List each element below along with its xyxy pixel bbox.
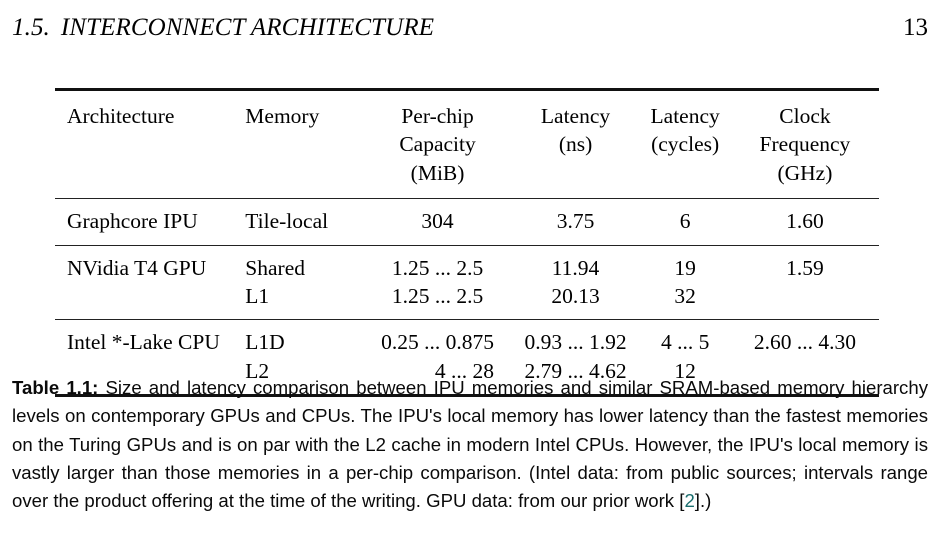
table-body: Graphcore IPU Tile-local 304 3.75 6 1.60 [55,198,879,396]
table-header-row: Architecture Memory Per-chip Capacity (M… [55,89,879,199]
cell-latency-cycles-line1: 19 [674,255,696,280]
caption-text-after-citation: ].) [694,490,712,512]
table-row: NVidia T4 GPU Shared L1 1.25 ... 2.5 1.2… [55,245,879,320]
cell-latency-ns-line1: 0.93 ... 1.92 [524,330,627,355]
header-clock-line3: (GHz) [777,160,833,185]
table-caption: Table 1.1: Size and latency comparison b… [12,374,928,516]
cell-clock-line1: 1.60 [786,209,824,234]
header-cell-latency-ns: Latency (ns) [512,90,640,199]
cell-latency-cycles: 19 32 [639,245,730,320]
header-cell-clock: Clock Frequency (GHz) [731,90,879,199]
header-latency-ns-line2: (ns) [558,132,593,157]
header-cell-memory: Memory [245,90,363,199]
cell-latency-ns-line2: 20.13 [551,283,600,308]
header-cell-latency-cycles: Latency (cycles) [639,90,730,199]
header-clock-line1: Clock [779,104,831,128]
header-capacity-line1: Per-chip [401,104,474,128]
cell-capacity-line2: 1.25 ... 2.5 [391,283,484,308]
cell-latency-cycles-line1: 6 [679,209,691,234]
cell-latency-cycles-line1: 4 ... 5 [660,330,710,355]
cell-memory-line1: Shared [245,255,305,280]
caption-label: Table 1.1: [12,377,99,398]
cell-capacity-line1: 304 [421,209,454,234]
cell-memory-line2: L1 [245,283,270,308]
table-header: Architecture Memory Per-chip Capacity (M… [55,89,879,199]
header-latency-ns-line1: Latency [540,104,611,128]
header-architecture-line1: Architecture [67,104,175,128]
cell-capacity-stack: 1.25 ... 2.5 1.25 ... 2.5 [392,254,483,311]
cell-memory: Shared L1 [245,245,363,320]
cell-memory-line1: Tile-local [245,209,329,234]
cell-capacity-line1: 1.25 ... 2.5 [391,255,484,280]
cell-memory-line1: L1D [245,330,285,355]
caption-text-before-citation: Size and latency comparison between IPU … [12,377,928,512]
citation-link[interactable]: 2 [684,490,694,511]
cell-latency-ns: 11.94 20.13 [512,245,640,320]
section-number: 1.5. [12,14,50,41]
header-capacity-line3: (MiB) [410,160,465,185]
cell-architecture: NVidia T4 GPU [67,255,207,280]
running-header: 1.5. INTERCONNECT ARCHITECTURE 13 [12,14,928,42]
header-latency-cycles-line2: (cycles) [651,132,720,157]
cell-clock-line1: 1.59 [786,255,824,280]
header-cell-capacity: Per-chip Capacity (MiB) [363,90,511,199]
cell-clock-line1: 2.60 ... 4.30 [753,330,856,355]
table-1-1: Architecture Memory Per-chip Capacity (M… [55,88,879,397]
header-capacity-line2: Capacity [399,132,476,157]
cell-capacity-line1: 0.25 ... 0.875 [381,330,494,355]
cell-latency-cycles-line2: 32 [674,283,696,308]
cell-clock: 1.60 [731,199,879,245]
cell-memory: Tile-local [245,199,363,245]
cell-latency-cycles: 6 [639,199,730,245]
cell-latency-ns: 3.75 [512,199,640,245]
section-title: INTERCONNECT ARCHITECTURE [60,14,435,41]
header-latency-cycles-line1: Latency [650,104,720,128]
document-page: 1.5. INTERCONNECT ARCHITECTURE 13 Archite… [0,0,940,540]
cell-clock: 1.59 [731,245,879,320]
header-cell-architecture: Architecture [55,90,245,199]
comparison-table: Architecture Memory Per-chip Capacity (M… [55,88,879,397]
cell-latency-ns-line1: 3.75 [556,209,595,234]
running-header-title: 1.5. INTERCONNECT ARCHITECTURE [12,14,434,42]
caption-paragraph: Table 1.1: Size and latency comparison b… [12,374,928,516]
header-clock-line2: Frequency [759,132,851,157]
cell-capacity: 1.25 ... 2.5 1.25 ... 2.5 [363,245,511,320]
cell-architecture: Graphcore IPU [67,209,198,234]
header-memory-line1: Memory [245,104,320,128]
cell-latency-ns-line1: 11.94 [551,255,600,280]
cell-capacity: 304 [363,199,511,245]
table-row: Graphcore IPU Tile-local 304 3.75 6 1.60 [55,198,879,245]
page-number: 13 [903,14,928,41]
